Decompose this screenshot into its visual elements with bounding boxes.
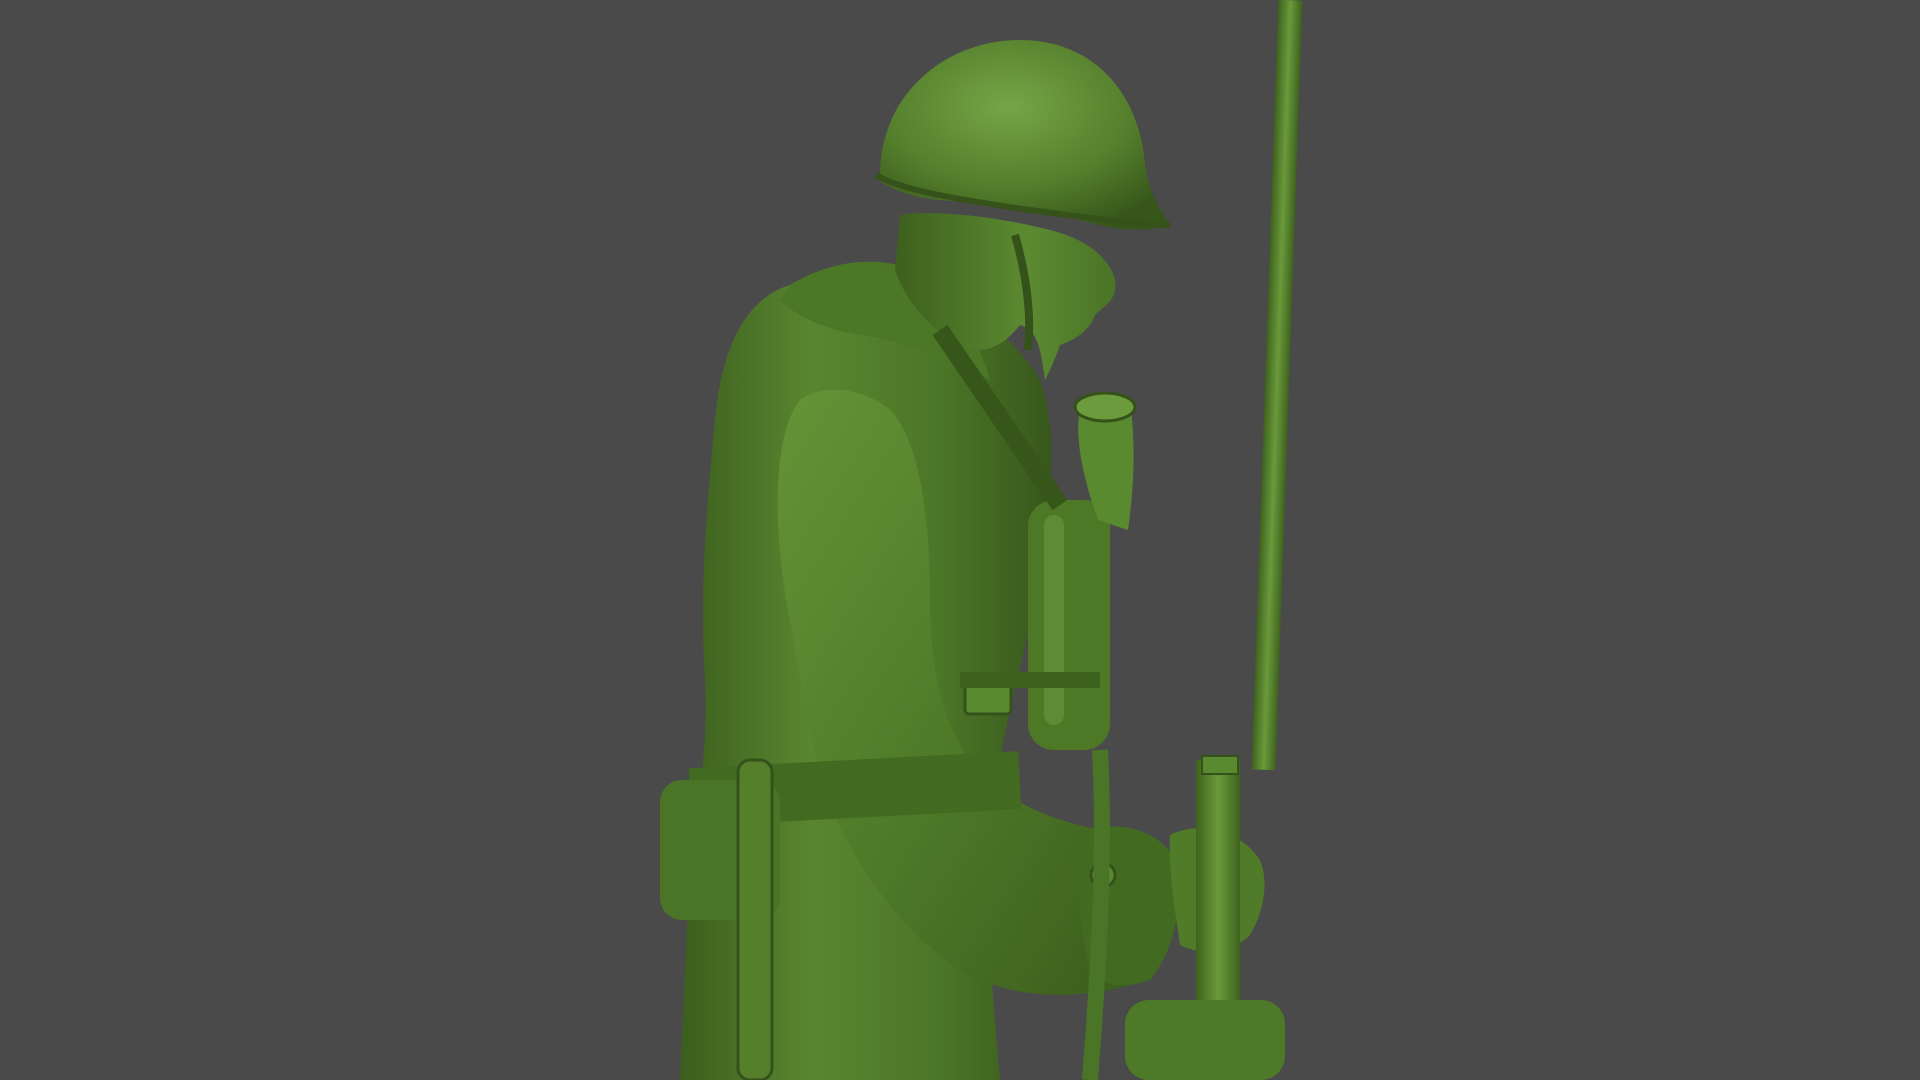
canteen-highlight: [1044, 515, 1064, 725]
toy-soldier-render: [660, 0, 1303, 1080]
pole: [1251, 0, 1303, 771]
horn-mouth: [1073, 391, 1137, 423]
pole-collar: [1201, 755, 1239, 775]
helmet: [876, 40, 1170, 230]
render-viewport: [0, 0, 1920, 1080]
bayonet-sheath: [736, 758, 774, 1080]
canteen: [1028, 500, 1110, 750]
tank: [1125, 1000, 1285, 1080]
